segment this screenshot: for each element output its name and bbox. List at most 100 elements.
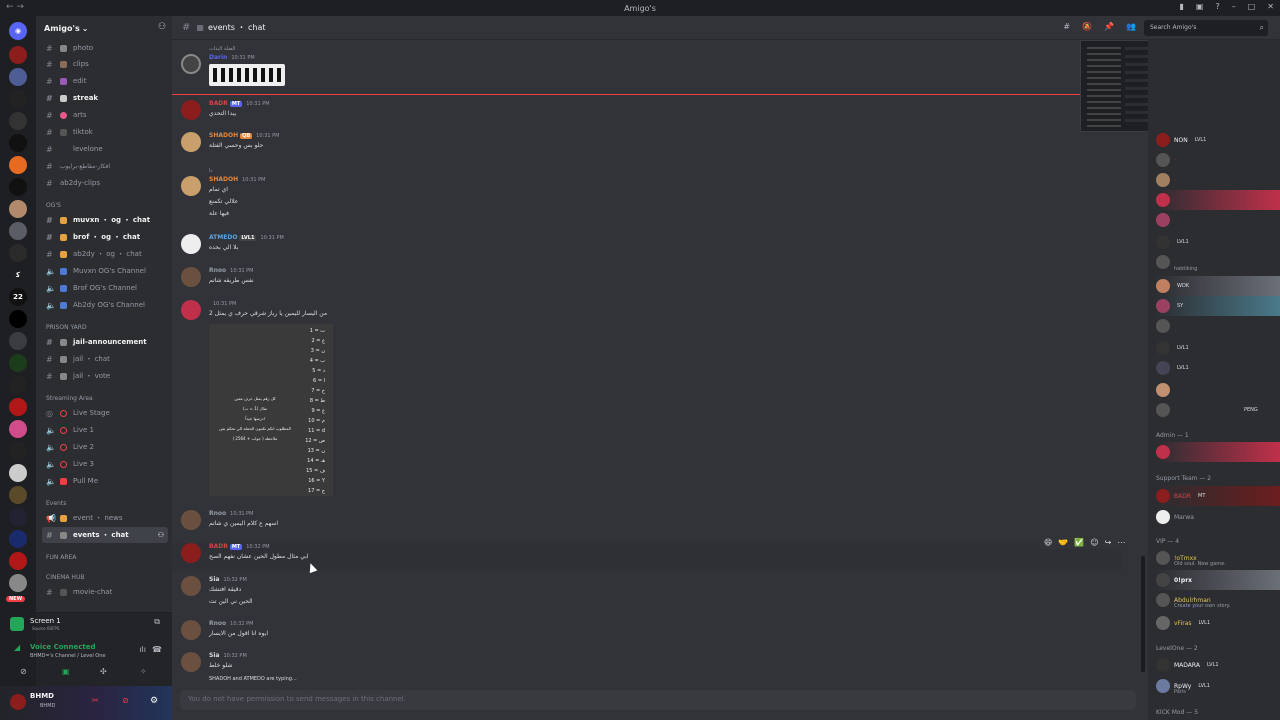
channel-jail-chat[interactable]: # jail ・ chat (42, 351, 168, 367)
mic-muted-icon[interactable]: ✂ (92, 696, 99, 705)
invite-icon[interactable]: ⚇ (158, 531, 164, 539)
avatar[interactable] (181, 234, 201, 254)
channel-levelone[interactable]: # levelone (42, 141, 168, 157)
category-fun[interactable]: FUN AREA (46, 554, 76, 561)
channel-clips[interactable]: # clips (42, 56, 168, 72)
message-author[interactable]: Rnoo 10:31 PM (209, 267, 253, 274)
message-input[interactable]: You do not have permission to send messa… (180, 690, 1136, 710)
member-list-icon[interactable]: 👥 (1126, 22, 1136, 31)
channel-event-news[interactable]: 📢 event ・ news (42, 510, 168, 526)
server-icon[interactable] (9, 244, 27, 262)
noise-icon[interactable]: ılı (139, 645, 146, 654)
avatar[interactable] (181, 100, 201, 120)
server-icon[interactable] (9, 332, 27, 350)
back-icon[interactable]: ← → (6, 2, 24, 12)
member-item[interactable]: 0!prx (1156, 570, 1280, 590)
server-icon[interactable] (9, 200, 27, 218)
help-icon[interactable]: ? (1215, 2, 1219, 11)
image-attachment[interactable]: 1 = ت 2 = ع 3 = ن 4 = ب 5 = د 6 = ا 7 = خ 8 = ط… (209, 324, 333, 496)
settings-gear-icon[interactable]: ⚙ (150, 696, 158, 706)
message-author[interactable]: ATMEDO LVL1 10:31 PM (209, 234, 284, 241)
member-item[interactable] (1156, 316, 1280, 336)
message-author[interactable]: Rnoo 10:31 PM (209, 510, 253, 517)
member-item[interactable]: LVL1 (1156, 338, 1280, 358)
member-item[interactable]: RpWy LVL1 Paris (1156, 676, 1280, 696)
server-icon[interactable] (9, 134, 27, 152)
avatar[interactable] (181, 510, 201, 530)
channel-movie-chat[interactable]: # movie-chat (42, 584, 168, 600)
server-icon[interactable] (9, 354, 27, 372)
message-author[interactable]: Rnoo 10:32 PM (209, 620, 253, 627)
reaction-emoji-icon[interactable]: 😄 (1044, 538, 1052, 547)
category-cinema[interactable]: CINEMA HUB (46, 574, 84, 581)
pin-icon[interactable]: ▮ (1180, 2, 1184, 11)
member-item[interactable]: · (1156, 150, 1280, 170)
avatar[interactable] (181, 176, 201, 196)
message-author[interactable]: SHADOH QB 10:31 PM (209, 132, 279, 139)
channel-photo[interactable]: # photo (42, 40, 168, 56)
chat-scrollbar[interactable] (1141, 556, 1145, 672)
channel-live-stage[interactable]: ◎ Live Stage (42, 405, 168, 421)
add-reaction-icon[interactable]: ☺ (1090, 538, 1098, 547)
reply-preview[interactable]: الضلة البدات (209, 46, 235, 52)
channel-jail-vote[interactable]: # jail ・ vote (42, 368, 168, 384)
avatar[interactable] (181, 652, 201, 672)
member-item[interactable]: MADARA LVL1 (1156, 655, 1280, 675)
reaction-emoji-icon[interactable]: 🤝 (1058, 538, 1068, 547)
screen-active-icon[interactable]: ▣ (62, 667, 70, 676)
member-item[interactable]: LVL1 (1156, 358, 1280, 378)
avatar[interactable] (181, 300, 201, 320)
member-item[interactable]: SY (1156, 296, 1280, 316)
channel-ab2dy-clips[interactable]: # ab2dy-clips (42, 175, 168, 191)
voice-channel[interactable]: BHMD=‏'s Channel / Level One (30, 653, 105, 659)
server-icon[interactable] (9, 464, 27, 482)
category-ogs[interactable]: OG'S (46, 202, 61, 209)
server-icon[interactable] (9, 420, 27, 438)
avatar[interactable] (181, 543, 201, 563)
message-author[interactable]: BADR MT 10:31 PM (209, 100, 270, 107)
channel-muvxn-og-chat[interactable]: # muvxn ・ og ・ chat (42, 212, 168, 228)
inbox-icon[interactable]: ▣ (1196, 2, 1204, 11)
channel-brof-og-chat[interactable]: # brof ・ og ・ chat (42, 229, 168, 245)
avatar[interactable] (181, 267, 201, 287)
camera-off-icon[interactable]: ⊘ (20, 667, 27, 676)
channel-events-chat[interactable]: # events ・ chat ⚇ (42, 527, 168, 543)
more-icon[interactable]: ⋯ (1117, 538, 1125, 547)
server-icon[interactable] (9, 442, 27, 460)
server-icon[interactable] (9, 178, 27, 196)
activities-icon[interactable]: ✣ (100, 667, 107, 676)
server-icon[interactable] (9, 222, 27, 240)
close-icon[interactable]: ✕ (1267, 2, 1274, 11)
pinned-icon[interactable]: 📌 (1104, 22, 1114, 31)
message-author[interactable]: 10:31 PM (209, 300, 236, 307)
reply-preview[interactable]: ذا (209, 168, 213, 174)
member-item[interactable]: LVL1 (1156, 232, 1280, 252)
server-icon[interactable] (9, 508, 27, 526)
server-icon[interactable] (9, 112, 27, 130)
channel-brof-voice[interactable]: 🔈 Brof OG's Channel (42, 280, 168, 296)
message-author[interactable]: SHADOH 10:31 PM (209, 176, 265, 183)
member-item[interactable] (1156, 190, 1280, 210)
category-prison[interactable]: PRISON YARD (46, 324, 87, 331)
server-icon[interactable] (9, 46, 27, 64)
member-item[interactable]: PENG (1156, 400, 1280, 420)
notification-bell-icon[interactable]: 🔕 (1082, 22, 1092, 31)
member-item[interactable] (1156, 442, 1280, 462)
server-header[interactable]: Amigo's ⌄ ⚇ (36, 16, 172, 40)
discord-home-icon[interactable]: ◉ (9, 22, 27, 40)
channel-pull-me[interactable]: 🔈 Pull Me (42, 473, 168, 489)
reply-icon[interactable]: ↪ (1105, 538, 1112, 547)
member-item[interactable]: · (1156, 170, 1280, 190)
server-icon[interactable] (9, 398, 27, 416)
member-item[interactable] (1156, 380, 1280, 400)
stop-stream-icon[interactable]: ⧉ (154, 617, 160, 627)
message-author[interactable]: Darin 10:31 PM (209, 54, 255, 61)
user-name[interactable]: BHMD (30, 692, 54, 700)
category-events[interactable]: Events (46, 500, 66, 507)
avatar[interactable] (181, 576, 201, 596)
avatar[interactable] (181, 620, 201, 640)
server-icon[interactable] (9, 90, 27, 108)
disconnect-icon[interactable]: ☎ (152, 645, 162, 654)
member-item[interactable]: BADR MT (1156, 486, 1280, 506)
member-item[interactable]: habtiking (1156, 252, 1280, 272)
